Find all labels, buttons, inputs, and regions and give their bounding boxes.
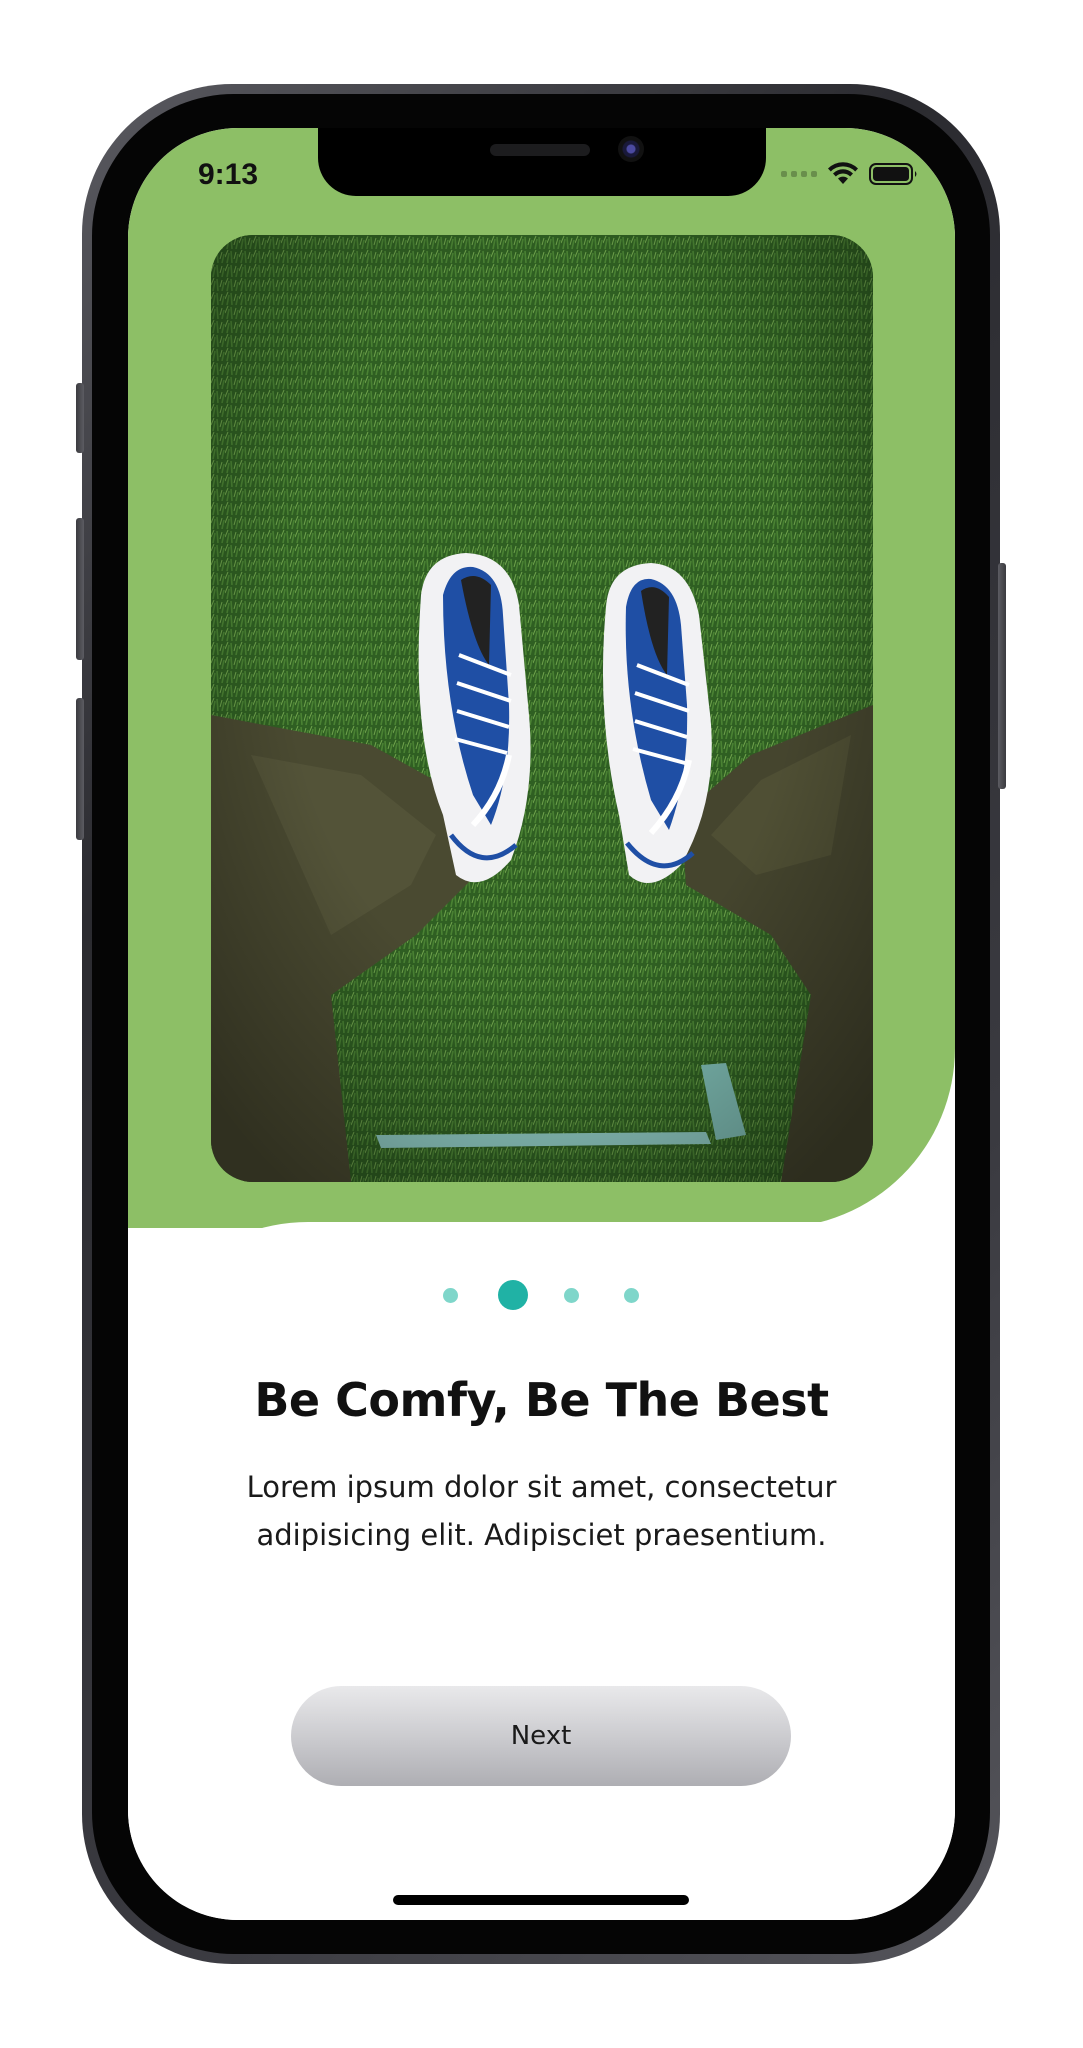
sneakers-on-grass-photo (211, 235, 873, 1182)
front-camera (618, 136, 644, 162)
page-dot-1[interactable] (443, 1288, 458, 1303)
volume-down-button (76, 698, 84, 840)
earpiece-speaker (490, 144, 590, 156)
page-dot-3[interactable] (564, 1288, 579, 1303)
home-indicator[interactable] (393, 1895, 689, 1905)
status-time: 9:13 (198, 158, 259, 191)
next-button[interactable]: Next (291, 1686, 791, 1786)
page-dot-4[interactable] (624, 1288, 639, 1303)
onboarding-description: Lorem ipsum dolor sit amet, consectetur … (246, 1470, 837, 1552)
screen: 9:13 Be Comfy, Be The Best Lorem ipsum d… (128, 128, 955, 1920)
onboarding-title: Be Comfy, Be The Best (254, 1373, 829, 1427)
content-card (128, 1222, 955, 1920)
page-indicator (128, 1278, 955, 1312)
silent-switch (76, 383, 84, 453)
power-button (998, 563, 1006, 789)
wifi-icon (828, 162, 858, 184)
volume-up-button (76, 518, 84, 660)
notch (318, 128, 766, 196)
cellular-signal-icon (781, 171, 817, 177)
battery-icon (869, 163, 917, 185)
page-dot-2-active[interactable] (498, 1280, 528, 1310)
status-icons (781, 162, 919, 186)
